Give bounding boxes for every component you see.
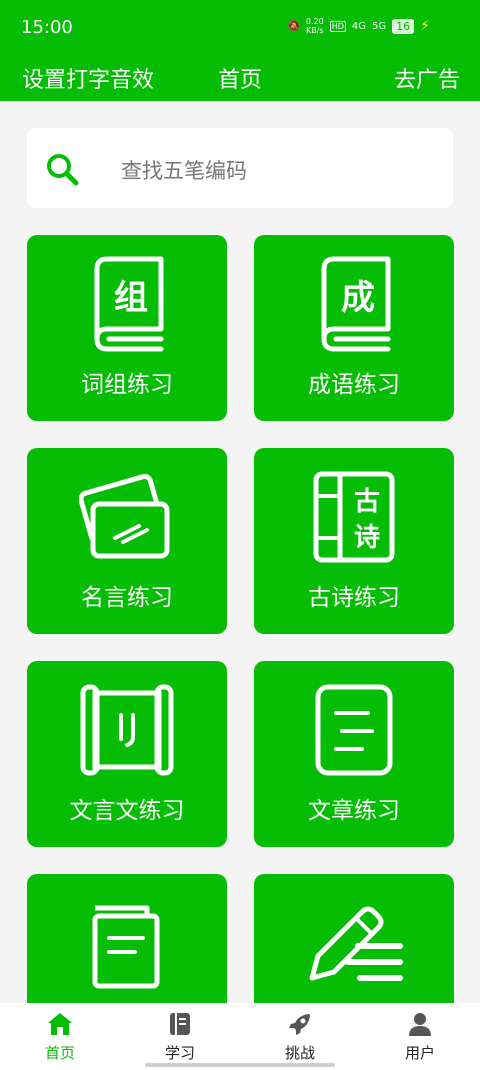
card-classical-chinese-practice[interactable]: 文言文练习 xyxy=(27,661,227,847)
card-article-practice[interactable]: 文章练习 xyxy=(254,661,454,847)
card-label: 成语练习 xyxy=(308,372,400,398)
net-speed-value: 0.20 xyxy=(305,17,324,26)
page-title: 首页 xyxy=(218,68,263,93)
cards-icon xyxy=(79,473,170,559)
typing-sound-settings-button[interactable]: 设置打字音效 xyxy=(22,62,154,94)
app-bar: 设置打字音效 首页 去广告 xyxy=(0,56,480,98)
rocket-icon xyxy=(289,1014,310,1035)
signal-4g-icon: 4G xyxy=(351,20,367,32)
book-char: 成 xyxy=(341,278,375,318)
top-header: 15:00 🔕 0.20 KB/s HD 4G 5G 16 ⚡ 设置打字音效 首… xyxy=(0,0,480,101)
charging-icon: ⚡ xyxy=(420,18,430,34)
signal-5g-icon: 5G xyxy=(372,20,387,32)
book-char: 组 xyxy=(114,278,148,318)
user-icon xyxy=(409,1013,431,1036)
remove-ads-button[interactable]: 去广告 xyxy=(394,62,460,94)
status-icons: 🔕 0.20 KB/s HD 4G 5G 16 ⚡ xyxy=(287,17,430,35)
battery-icon: 16 xyxy=(392,18,415,34)
search-bar[interactable]: 查找五笔编码 xyxy=(27,128,453,208)
card-phrase-practice[interactable]: 组 词组练习 xyxy=(27,235,227,421)
scroll-icon xyxy=(80,684,174,776)
hd-icon: HD xyxy=(329,20,346,32)
card-label: 文言文练习 xyxy=(69,798,185,824)
status-bar: 15:00 🔕 0.20 KB/s HD 4G 5G 16 ⚡ xyxy=(0,0,480,56)
poem-book-icon: 古 诗 xyxy=(313,471,395,563)
nav-user[interactable]: 用户 xyxy=(360,1003,480,1070)
bottom-navigation: 首页 学习 挑战 用户 xyxy=(0,1003,480,1070)
mute-icon: 🔕 xyxy=(287,20,300,32)
search-input[interactable]: 查找五笔编码 xyxy=(121,155,247,185)
pencil-icon xyxy=(309,906,403,981)
nav-user-label: 用户 xyxy=(404,1044,435,1062)
poem-char-2: 诗 xyxy=(354,523,380,553)
home-icon xyxy=(48,1013,72,1035)
nav-home[interactable]: 首页 xyxy=(0,1003,120,1070)
card-label: 古诗练习 xyxy=(308,585,400,611)
nav-home-label: 首页 xyxy=(44,1044,75,1062)
nav-challenge-label: 挑战 xyxy=(284,1044,315,1062)
status-time: 15:00 xyxy=(21,17,73,38)
home-indicator xyxy=(145,1063,335,1067)
net-speed: 0.20 KB/s xyxy=(306,17,324,35)
nav-study[interactable]: 学习 xyxy=(120,1003,240,1070)
card-poem-practice[interactable]: 古 诗 古诗练习 xyxy=(254,448,454,634)
card-quote-practice[interactable]: 名言练习 xyxy=(27,448,227,634)
card-label: 名言练习 xyxy=(81,585,173,611)
nav-challenge[interactable]: 挑战 xyxy=(240,1003,360,1070)
document-icon xyxy=(315,684,393,776)
nav-study-label: 学习 xyxy=(164,1044,195,1062)
card-label: 文章练习 xyxy=(308,798,400,824)
poem-char-1: 古 xyxy=(354,487,380,517)
notebook-icon xyxy=(92,905,160,989)
card-idiom-practice[interactable]: 成 成语练习 xyxy=(254,235,454,421)
book-icon: 组 xyxy=(94,256,164,352)
search-icon xyxy=(47,154,79,186)
card-label: 词组练习 xyxy=(81,372,173,398)
book-icon xyxy=(170,1013,190,1035)
book-icon: 成 xyxy=(321,256,391,352)
net-speed-unit: KB/s xyxy=(306,26,324,35)
